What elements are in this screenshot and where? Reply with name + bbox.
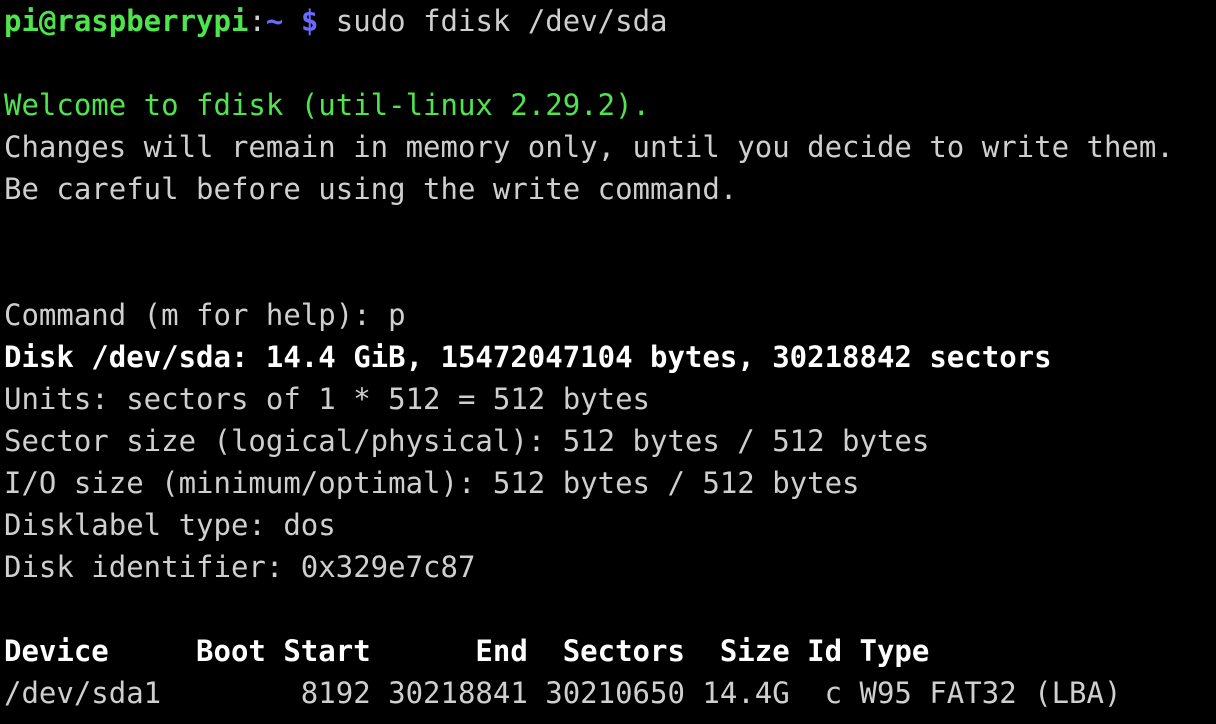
terminal-window[interactable]: pi@raspberrypi:~ $ sudo fdisk /dev/sda W… [0, 0, 1216, 724]
fdisk-changes-note-text: Changes will remain in memory only, unti… [4, 130, 1174, 164]
terminal-line-disk-summary: Disk /dev/sda: 14.4 GiB, 15472047104 byt… [0, 336, 1216, 378]
fdisk-command-prompt-text: Command (m for help): p [4, 298, 406, 332]
terminal-line-units: Units: sectors of 1 * 512 = 512 bytes [0, 378, 1216, 420]
partition-row-text: /dev/sda1 8192 30218841 30210650 14.4G c… [4, 676, 1122, 710]
terminal-line-prompt: pi@raspberrypi:~ $ sudo fdisk /dev/sda [0, 0, 1216, 42]
terminal-line-sector-size: Sector size (logical/physical): 512 byte… [0, 420, 1216, 462]
disk-label-type-text: Disklabel type: dos [4, 508, 336, 542]
partition-table-header-text: Device Boot Start End Sectors Size Id Ty… [4, 634, 930, 668]
partition-table-header-row: Device Boot Start End Sectors Size Id Ty… [0, 630, 1216, 672]
terminal-line-io-size: I/O size (minimum/optimal): 512 bytes / … [0, 462, 1216, 504]
disk-sector-size-text: Sector size (logical/physical): 512 byte… [4, 424, 930, 458]
terminal-line-welcome: Welcome to fdisk (util-linux 2.29.2). [0, 84, 1216, 126]
terminal-line-blank-4 [0, 588, 1216, 630]
prompt-dollar-sign: $ [300, 4, 319, 38]
terminal-line-blank-3 [0, 252, 1216, 294]
disk-summary-text: Disk /dev/sda: 14.4 GiB, 15472047104 byt… [4, 340, 1052, 374]
disk-io-size-text: I/O size (minimum/optimal): 512 bytes / … [4, 466, 860, 500]
terminal-line-blank-1 [0, 42, 1216, 84]
disk-units-text: Units: sectors of 1 * 512 = 512 bytes [4, 382, 651, 416]
disk-identifier-text: Disk identifier: 0x329e7c87 [4, 550, 476, 584]
terminal-line-disk-identifier: Disk identifier: 0x329e7c87 [0, 546, 1216, 588]
table-row: /dev/sda1 8192 30218841 30210650 14.4G c… [0, 672, 1216, 714]
terminal-line-careful-note: Be careful before using the write comman… [0, 168, 1216, 210]
terminal-line-changes-note: Changes will remain in memory only, unti… [0, 126, 1216, 168]
terminal-line-disklabel-type: Disklabel type: dos [0, 504, 1216, 546]
fdisk-welcome-text: Welcome to fdisk (util-linux 2.29.2). [4, 88, 651, 122]
prompt-user-host: pi@raspberrypi [4, 4, 249, 38]
prompt-separator: : [248, 4, 266, 38]
terminal-line-blank-2 [0, 210, 1216, 252]
prompt-command-text: sudo fdisk /dev/sda [318, 4, 668, 38]
prompt-path: ~ [265, 4, 284, 38]
fdisk-careful-note-text: Be careful before using the write comman… [4, 172, 738, 206]
terminal-line-command-prompt: Command (m for help): p [0, 294, 1216, 336]
